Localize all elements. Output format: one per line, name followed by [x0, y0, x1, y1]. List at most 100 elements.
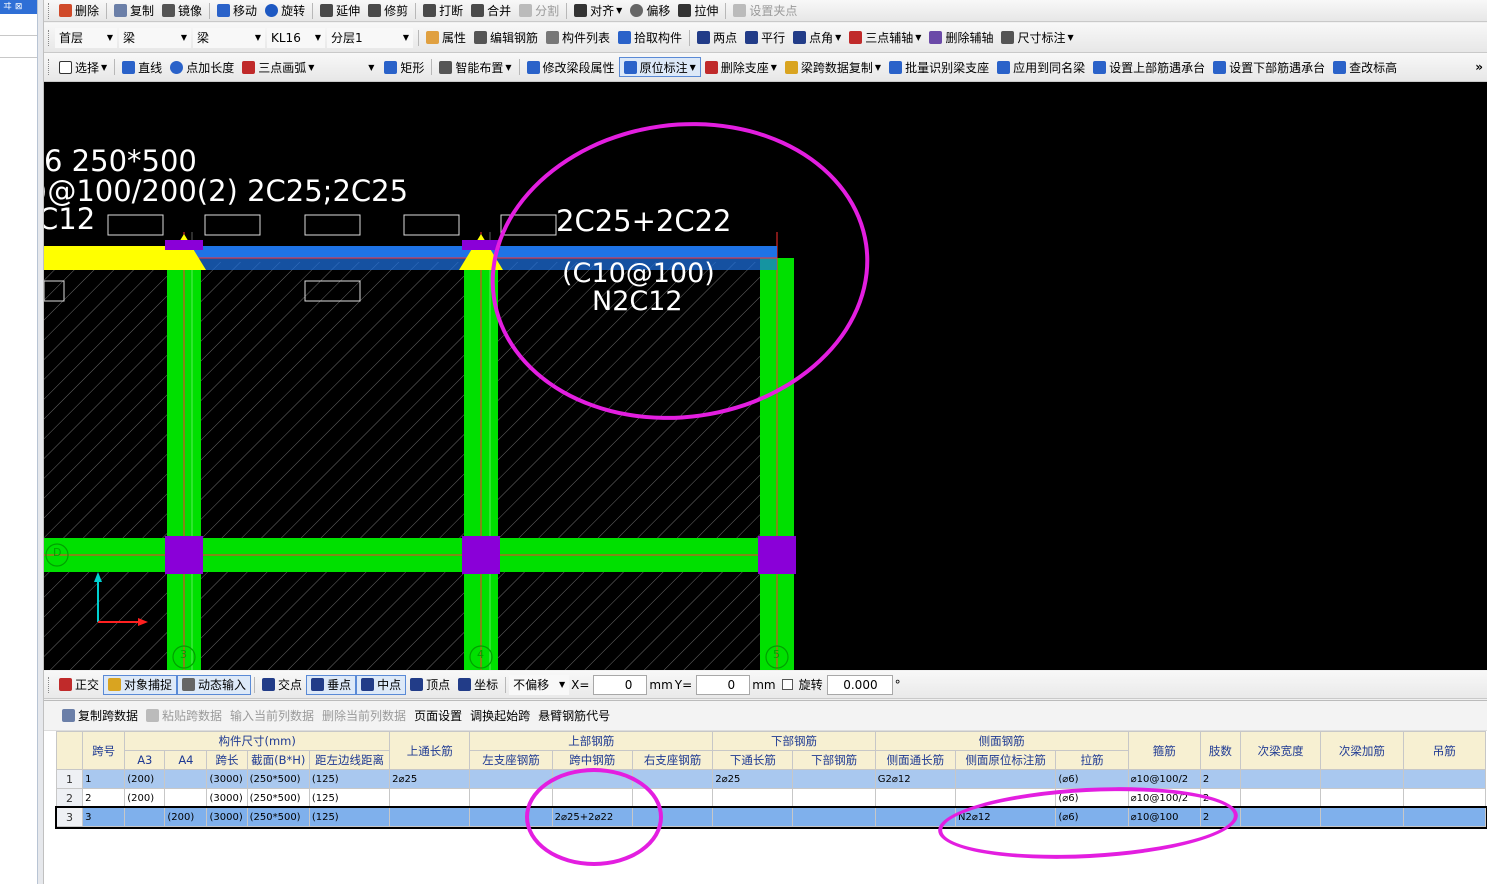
delete-column-button[interactable]: 删除当前列数据	[318, 706, 410, 726]
col-group-size[interactable]: 构件尺寸(mm)	[124, 731, 391, 751]
row-number[interactable]: 3	[55, 807, 84, 827]
two-point-axis-button[interactable]: 两点	[693, 28, 741, 48]
align-button[interactable]: 对齐 ▼	[570, 1, 626, 21]
row-number[interactable]: 1	[55, 769, 84, 789]
row-number[interactable]: 2	[55, 788, 84, 808]
col-a4[interactable]: A4	[164, 750, 208, 770]
rotate-button[interactable]: 旋转	[261, 1, 309, 21]
rotate-input[interactable]: 0.000	[826, 674, 893, 695]
cell-left-sup[interactable]	[469, 807, 553, 827]
edit-rebar-button[interactable]: 编辑钢筋	[470, 28, 542, 48]
cell-bot-cont[interactable]	[712, 788, 794, 808]
cell-legs[interactable]: 2	[1199, 769, 1241, 789]
col-right-support[interactable]: 右支座钢筋	[631, 750, 714, 770]
category-select[interactable]: 梁 ▼	[119, 27, 191, 48]
cell-bot[interactable]	[792, 769, 876, 789]
trim-button[interactable]: 修剪	[364, 1, 412, 21]
cell-a3[interactable]: (200)	[124, 788, 166, 808]
cell-dist[interactable]: (125)	[308, 788, 391, 808]
cell-right-sup[interactable]	[631, 807, 714, 827]
cell-sec[interactable]: (250*500)	[246, 769, 310, 789]
cell-sec[interactable]: (250*500)	[246, 788, 310, 808]
left-panel-row[interactable]	[0, 14, 37, 36]
col-left-distance[interactable]: 距左边线距离	[308, 750, 391, 770]
parallel-axis-button[interactable]: 平行	[741, 28, 789, 48]
col-group-bottom-rebar[interactable]: 下部钢筋	[712, 731, 876, 751]
cell-mid[interactable]	[551, 788, 633, 808]
top-rebar-cap-button[interactable]: 设置上部筋遇承台	[1089, 57, 1209, 77]
check-elevation-button[interactable]: 查改标高	[1329, 57, 1401, 77]
cell-side-in[interactable]	[955, 788, 1057, 808]
component-list-button[interactable]: 构件列表	[542, 28, 614, 48]
floor-select[interactable]: 首层 ▼	[55, 27, 117, 48]
table-row[interactable]: 2 2 (200) (3000) (250*500) (125) (⌀6) ⌀10@100/2…	[55, 788, 1487, 808]
cell-sb-add[interactable]	[1320, 807, 1404, 827]
col-secondary-width[interactable]: 次梁宽度	[1239, 731, 1322, 770]
split-button[interactable]: 分割	[515, 1, 563, 21]
cell-legs[interactable]: 2	[1199, 788, 1241, 808]
chevron-down-icon[interactable]: ▼	[368, 63, 374, 72]
perpendicular-snap[interactable]: 垂点	[306, 674, 357, 695]
apply-same-name-button[interactable]: 应用到同名梁	[993, 57, 1089, 77]
cell-len[interactable]: (3000)	[206, 788, 248, 808]
cell-a4[interactable]	[164, 788, 208, 808]
cell-a4[interactable]	[164, 769, 208, 789]
col-side-continuous[interactable]: 侧面通长筋	[874, 750, 957, 770]
col-left-support[interactable]: 左支座钢筋	[469, 750, 553, 770]
cell-stirrup[interactable]: ⌀10@100/2	[1127, 788, 1201, 808]
cantilever-code-button[interactable]: 悬臂钢筋代号	[534, 706, 614, 726]
toolbar-overflow-button[interactable]: »	[1471, 57, 1487, 77]
cell-tie[interactable]: (⌀6)	[1055, 769, 1129, 789]
merge-button[interactable]: 合并	[467, 1, 515, 21]
midpoint-snap[interactable]: 中点	[356, 674, 407, 695]
cell-a4[interactable]: (200)	[164, 807, 208, 827]
batch-identify-support-button[interactable]: 批量识别梁支座	[885, 57, 993, 77]
cell-bot[interactable]	[792, 788, 876, 808]
drawing-canvas[interactable]: 6 250*500 )@100/200(2) 2C25;2C25 C12 2C2…	[44, 82, 1487, 670]
object-snap-toggle[interactable]: 对象捕捉	[103, 674, 178, 695]
toolbar-grip[interactable]	[48, 2, 51, 19]
cell-bot-cont[interactable]	[712, 807, 794, 827]
cell-side-cont[interactable]	[874, 788, 957, 808]
in-situ-annotation-button[interactable]: 原位标注 ▼	[618, 57, 701, 77]
cell-sb-add[interactable]	[1320, 769, 1404, 789]
three-point-axis-button[interactable]: 三点辅轴 ▼	[845, 28, 925, 48]
col-group-top-rebar[interactable]: 上部钢筋	[469, 731, 714, 751]
x-input[interactable]: 0	[593, 674, 648, 695]
cell-right-sup[interactable]	[631, 769, 714, 789]
cell-side-in[interactable]: N2⌀12	[955, 807, 1057, 827]
dimension-button[interactable]: 尺寸标注 ▼	[997, 28, 1077, 48]
layer-select[interactable]: 分层1 ▼	[327, 27, 413, 48]
cell-dist[interactable]: (125)	[308, 807, 391, 827]
cell-a3[interactable]	[124, 807, 166, 827]
cell-legs[interactable]: 2	[1199, 807, 1241, 827]
col-group-side-rebar[interactable]: 侧面钢筋	[874, 731, 1129, 751]
left-panel-row[interactable]	[0, 36, 37, 58]
cell-bot-cont[interactable]: 2⌀25	[712, 769, 794, 789]
bottom-rebar-cap-button[interactable]: 设置下部筋遇承台	[1209, 57, 1329, 77]
dynamic-input-toggle[interactable]: 动态输入	[177, 674, 252, 695]
paste-span-data-button[interactable]: 粘贴跨数据	[142, 706, 226, 726]
delete-button[interactable]: 删除	[55, 1, 103, 21]
col-top-continuous[interactable]: 上通长筋	[389, 731, 471, 770]
col-secondary-add[interactable]: 次梁加筋	[1320, 731, 1404, 770]
cell-sb-add[interactable]	[1320, 788, 1404, 808]
rotate-checkbox[interactable]	[781, 679, 793, 690]
cell-sb-w[interactable]	[1239, 788, 1322, 808]
vertex-snap[interactable]: 顶点	[406, 675, 454, 695]
col-bottom-continuous[interactable]: 下通长筋	[712, 750, 794, 770]
cell-sb-w[interactable]	[1239, 769, 1322, 789]
offset-mode-select[interactable]: 不偏移 ▼	[509, 674, 570, 695]
y-input[interactable]: 0	[696, 674, 751, 695]
cell-sb-w[interactable]	[1239, 807, 1322, 827]
select-button[interactable]: 选择 ▼	[55, 57, 111, 77]
point-length-button[interactable]: 点加长度	[166, 57, 238, 77]
cell-a3[interactable]: (200)	[124, 769, 166, 789]
three-point-arc-button[interactable]: 三点画弧 ▼	[238, 57, 362, 77]
cell-stirrup[interactable]: ⌀10@100/2	[1127, 769, 1201, 789]
line-button[interactable]: 直线	[118, 57, 166, 77]
cell-side-cont[interactable]	[874, 807, 957, 827]
modify-span-props-button[interactable]: 修改梁段属性	[523, 57, 619, 77]
col-stirrup[interactable]: 箍筋	[1127, 731, 1201, 770]
cell-tie[interactable]: (⌀6)	[1055, 788, 1129, 808]
